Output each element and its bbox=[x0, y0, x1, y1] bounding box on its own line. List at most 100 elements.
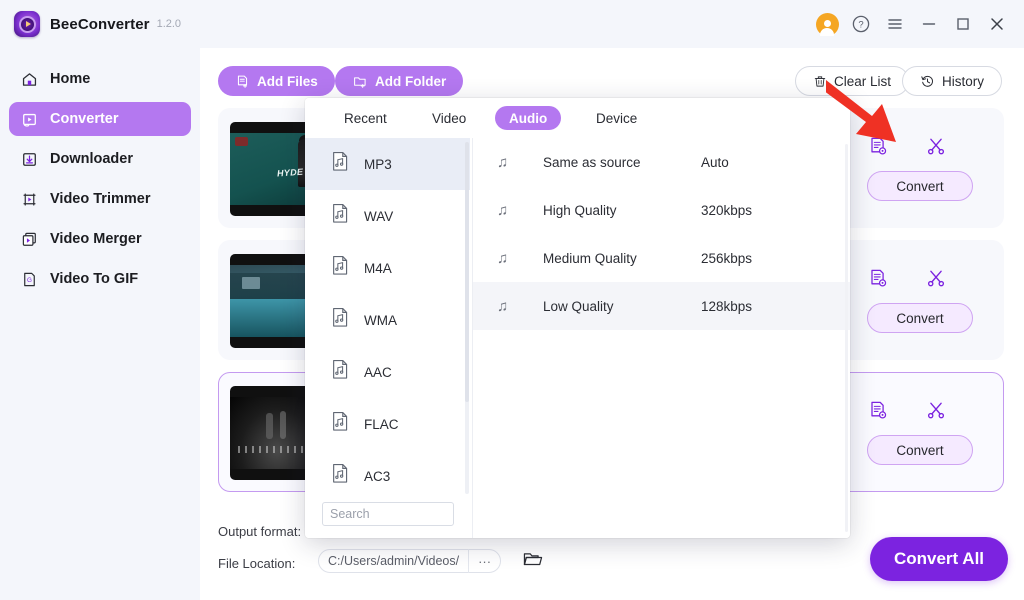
scissors-icon[interactable] bbox=[923, 133, 949, 159]
add-files-button[interactable]: Add Files bbox=[218, 66, 335, 96]
format-list-scrollbar[interactable] bbox=[465, 142, 469, 494]
quality-name: High Quality bbox=[543, 202, 617, 218]
maximize-button[interactable] bbox=[946, 7, 980, 41]
folder-plus-icon bbox=[354, 76, 366, 88]
clear-list-label: Clear List bbox=[834, 73, 892, 89]
clear-list-button[interactable]: Clear List bbox=[795, 66, 910, 96]
merge-icon bbox=[21, 231, 38, 248]
format-label: MP3 bbox=[364, 156, 392, 172]
sidebar-item-downloader[interactable]: Downloader bbox=[9, 142, 191, 176]
help-button[interactable]: ? bbox=[844, 7, 878, 41]
file-settings-icon[interactable] bbox=[865, 133, 891, 159]
svg-text:?: ? bbox=[858, 20, 863, 31]
tab-recent[interactable]: Recent bbox=[330, 106, 401, 130]
audio-file-icon bbox=[331, 463, 350, 489]
window-controls: ? bbox=[810, 0, 1024, 48]
home-icon bbox=[21, 71, 38, 88]
music-note-icon: ♫ bbox=[497, 249, 509, 267]
format-label: WAV bbox=[364, 208, 394, 224]
app-title: BeeConverter bbox=[50, 15, 150, 33]
tab-device[interactable]: Device bbox=[582, 106, 651, 130]
app-window: BeeConverter 1.2.0 ? Home Converter Down… bbox=[0, 0, 1024, 600]
format-item-wav[interactable]: WAV bbox=[305, 190, 470, 242]
quality-list-scrollbar[interactable] bbox=[845, 144, 848, 532]
convert-all-button[interactable]: Convert All bbox=[870, 537, 1008, 581]
convert-button[interactable]: Convert bbox=[867, 171, 973, 201]
output-format-label: Output format: bbox=[218, 524, 302, 539]
format-list: MP3 WAV M4A WMA AAC FLAC AC3 bbox=[305, 138, 470, 498]
quality-list: ♫ Same as source Auto ♫ High Quality 320… bbox=[473, 138, 850, 538]
sidebar-item-label: Video To GIF bbox=[50, 271, 139, 287]
format-item-flac[interactable]: FLAC bbox=[305, 398, 470, 450]
sidebar-item-label: Converter bbox=[50, 111, 119, 127]
quality-bitrate: 256kbps bbox=[701, 250, 753, 266]
convert-button[interactable]: Convert bbox=[867, 435, 973, 465]
sidebar-item-label: Downloader bbox=[50, 151, 133, 167]
trim-icon bbox=[21, 191, 38, 208]
audio-file-icon bbox=[331, 203, 350, 229]
tab-audio[interactable]: Audio bbox=[495, 106, 562, 130]
quality-item-high[interactable]: ♫ High Quality 320kbps bbox=[473, 186, 850, 234]
convert-button[interactable]: Convert bbox=[867, 303, 973, 333]
scrollbar-thumb[interactable] bbox=[465, 142, 469, 402]
add-files-label: Add Files bbox=[257, 73, 318, 89]
format-label: M4A bbox=[364, 260, 392, 276]
file-location-more-button[interactable]: ··· bbox=[468, 549, 500, 573]
scissors-icon[interactable] bbox=[923, 397, 949, 423]
scissors-icon[interactable] bbox=[923, 265, 949, 291]
search-input[interactable] bbox=[322, 502, 454, 526]
history-label: History bbox=[942, 73, 985, 89]
minimize-icon bbox=[922, 23, 936, 25]
quality-name: Same as source bbox=[543, 154, 641, 170]
sidebar-item-label: Home bbox=[50, 71, 91, 87]
sidebar-item-video-trimmer[interactable]: Video Trimmer bbox=[9, 182, 191, 216]
format-item-wma[interactable]: WMA bbox=[305, 294, 470, 346]
format-item-m4a[interactable]: M4A bbox=[305, 242, 470, 294]
audio-file-icon bbox=[331, 307, 350, 333]
add-folder-label: Add Folder bbox=[375, 73, 447, 89]
file-settings-icon[interactable] bbox=[865, 397, 891, 423]
menu-icon bbox=[888, 19, 902, 29]
quality-bitrate: Auto bbox=[701, 154, 729, 170]
file-location-field[interactable]: C:/Users/admin/Videos/ ··· bbox=[318, 549, 502, 573]
file-settings-icon[interactable] bbox=[865, 265, 891, 291]
audio-file-icon bbox=[331, 255, 350, 281]
format-label: FLAC bbox=[364, 416, 399, 432]
sidebar-item-video-to-gif[interactable]: G Video To GIF bbox=[9, 262, 191, 296]
file-location-value: C:/Users/admin/Videos/ bbox=[328, 554, 460, 568]
format-item-ac3[interactable]: AC3 bbox=[305, 450, 470, 498]
download-icon bbox=[21, 151, 38, 168]
toolbar: Add Files Add Folder Clear List History bbox=[200, 48, 1024, 96]
add-folder-button[interactable]: Add Folder bbox=[335, 66, 464, 96]
music-note-icon: ♫ bbox=[497, 201, 509, 219]
close-icon bbox=[991, 18, 1003, 30]
format-tabs: Recent Video Audio Device bbox=[305, 98, 850, 138]
quality-item-low[interactable]: ♫ Low Quality 128kbps bbox=[473, 282, 850, 330]
format-item-mp3[interactable]: MP3 bbox=[305, 138, 470, 190]
menu-button[interactable] bbox=[878, 7, 912, 41]
sidebar-item-converter[interactable]: Converter bbox=[9, 102, 191, 136]
music-note-icon: ♫ bbox=[497, 297, 509, 315]
tab-video[interactable]: Video bbox=[418, 106, 480, 130]
sidebar-item-label: Video Trimmer bbox=[50, 191, 151, 207]
gif-icon: G bbox=[21, 271, 38, 288]
quality-item-same-as-source[interactable]: ♫ Same as source Auto bbox=[473, 138, 850, 186]
folder-open-icon[interactable] bbox=[522, 549, 544, 574]
account-button[interactable] bbox=[810, 7, 844, 41]
quality-bitrate: 128kbps bbox=[701, 298, 753, 314]
sidebar-item-label: Video Merger bbox=[50, 231, 142, 247]
format-label: WMA bbox=[364, 312, 397, 328]
converter-icon bbox=[21, 111, 38, 128]
history-button[interactable]: History bbox=[902, 66, 1003, 96]
format-item-aac[interactable]: AAC bbox=[305, 346, 470, 398]
sidebar: Home Converter Downloader Video Trimmer … bbox=[0, 48, 200, 600]
clock-history-icon bbox=[921, 75, 933, 87]
sidebar-item-home[interactable]: Home bbox=[9, 62, 191, 96]
sidebar-item-video-merger[interactable]: Video Merger bbox=[9, 222, 191, 256]
quality-item-medium[interactable]: ♫ Medium Quality 256kbps bbox=[473, 234, 850, 282]
audio-file-icon bbox=[331, 151, 350, 177]
minimize-button[interactable] bbox=[912, 7, 946, 41]
quality-name: Medium Quality bbox=[543, 250, 637, 266]
close-button[interactable] bbox=[980, 7, 1014, 41]
svg-text:G: G bbox=[27, 277, 32, 284]
